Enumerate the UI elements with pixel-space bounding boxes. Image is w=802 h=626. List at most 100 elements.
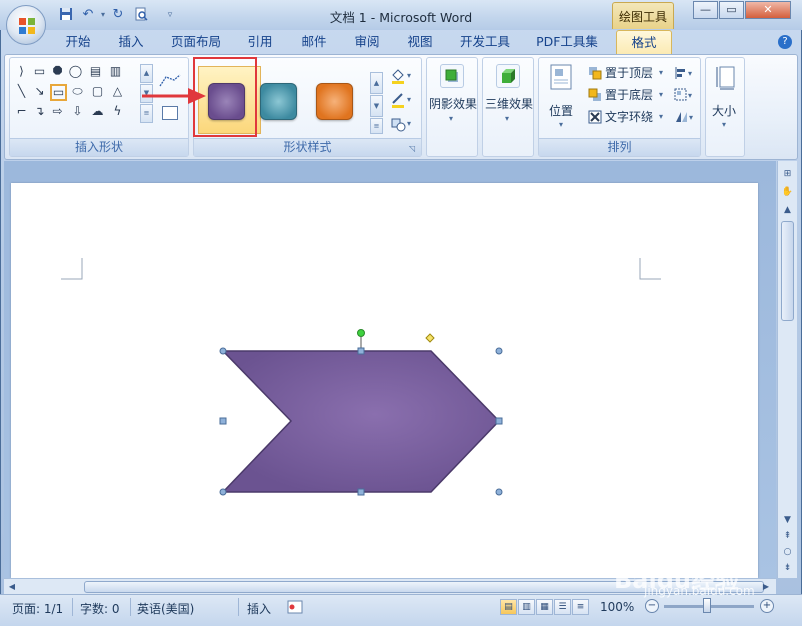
textbox-shape-icon[interactable]: ▤ [88, 64, 103, 79]
cloud-shape-icon[interactable]: ☁ [90, 104, 105, 119]
language-indicator[interactable]: 英语(美国) [137, 600, 194, 617]
position-dropdown-icon[interactable]: ▾ [559, 120, 563, 129]
ruler-toggle-icon[interactable]: ⊞ [780, 167, 795, 181]
shape-styles-launcher-icon[interactable]: ◹ [409, 144, 418, 153]
triangle-shape-icon[interactable]: △ [110, 84, 125, 99]
chevron-shape[interactable] [221, 350, 501, 493]
elbow-connector-icon[interactable]: ⌐ [14, 104, 29, 119]
style-teal-thumbnail[interactable] [260, 83, 297, 120]
bring-to-front-button[interactable]: 置于顶层 [605, 64, 653, 81]
size-button[interactable]: 大小 [712, 102, 736, 119]
word-count[interactable]: 字数: 0 [80, 600, 120, 617]
document-page[interactable] [11, 183, 758, 578]
resize-handle-top-left[interactable] [219, 347, 227, 355]
redo-icon[interactable]: ↻ [110, 7, 126, 23]
oval-shape-icon[interactable]: ⬭ [70, 84, 85, 99]
resize-handle-top[interactable] [357, 347, 365, 355]
tab-mailings[interactable]: 邮件 [296, 30, 332, 54]
position-button[interactable]: 位置 [549, 102, 573, 119]
scroll-up-icon[interactable]: ▲ [780, 203, 795, 217]
zoom-out-icon[interactable]: − [645, 599, 659, 613]
adjust-handle[interactable] [425, 333, 435, 343]
bring-to-front-dropdown-icon[interactable]: ▾ [659, 68, 663, 77]
shapes-more[interactable]: ≡ [140, 104, 153, 123]
zoom-in-icon[interactable]: + [760, 599, 774, 613]
tab-pdf-tools[interactable]: PDF工具集 [534, 30, 600, 54]
arrow-line-shape-icon[interactable]: ↘ [32, 84, 47, 99]
3d-effects-dropdown-icon[interactable]: ▾ [505, 114, 509, 123]
save-icon[interactable] [58, 7, 74, 23]
text-wrap-dropdown-icon[interactable]: ▾ [659, 112, 663, 121]
vertical-textbox-shape-icon[interactable]: ▥ [108, 64, 123, 79]
shadow-effects-dropdown-icon[interactable]: ▾ [449, 114, 453, 123]
scroll-left-icon[interactable]: ◀ [6, 581, 18, 593]
print-layout-view-icon[interactable]: ▤ [500, 599, 517, 615]
callout-shape-icon[interactable]: ◯ [68, 64, 83, 79]
3d-effects-button[interactable]: 三维效果 [485, 95, 533, 112]
shape-fill-icon[interactable]: ▾ [390, 68, 414, 84]
macro-record-icon[interactable] [287, 600, 303, 614]
pan-hand-icon[interactable]: ✋ [780, 185, 795, 199]
freeform-shape-icon[interactable]: ϟ [110, 104, 125, 119]
line-shape-icon[interactable]: ╲ [14, 84, 29, 99]
down-arrow-shape-icon[interactable]: ⇩ [70, 104, 85, 119]
customize-quick-access-icon[interactable]: ▿ [162, 7, 178, 23]
minimize-button[interactable]: — [693, 1, 718, 19]
tab-home[interactable]: 开始 [60, 30, 96, 54]
right-arrow-shape-icon[interactable]: ⇨ [50, 104, 65, 119]
shapes-scroll-up[interactable]: ▲ [140, 64, 153, 83]
undo-icon[interactable]: ↶ [80, 7, 96, 23]
rectangle-shape-icon[interactable]: ▭ [50, 84, 67, 101]
chevron-shape-icon[interactable]: ⟩ [14, 64, 29, 79]
draft-view-icon[interactable]: ≡ [572, 599, 589, 615]
rounded-rect-shape-icon[interactable]: ▢ [90, 84, 105, 99]
send-to-back-button[interactable]: 置于底层 [605, 86, 653, 103]
resize-handle-bottom-left[interactable] [219, 488, 227, 496]
tab-review[interactable]: 审阅 [349, 30, 385, 54]
shadow-effects-button[interactable]: 阴影效果 [429, 95, 477, 112]
tab-developer[interactable]: 开发工具 [455, 30, 515, 54]
rotation-handle[interactable] [357, 329, 365, 337]
zoom-slider-thumb[interactable] [703, 598, 711, 613]
style-orange-thumbnail[interactable] [316, 83, 353, 120]
help-icon[interactable]: ? [778, 35, 792, 49]
octagon-shape-icon[interactable]: ⯃ [50, 64, 65, 79]
styles-scroll-up[interactable]: ▲ [370, 72, 383, 94]
align-icon[interactable]: ▾ [674, 66, 696, 80]
outline-view-icon[interactable]: ☰ [554, 599, 571, 615]
size-dropdown-icon[interactable]: ▾ [722, 120, 726, 129]
elbow-arrow-connector-icon[interactable]: ↴ [32, 104, 47, 119]
vertical-scrollbar[interactable]: ⊞ ✋ ▲ ▼ ⇞ ○ ⇟ [777, 161, 797, 578]
resize-handle-bottom-right[interactable] [495, 488, 503, 496]
maximize-button[interactable]: ▭ [719, 1, 744, 19]
insert-mode-indicator[interactable]: 插入 [247, 600, 271, 617]
full-screen-reading-icon[interactable]: ▥ [518, 599, 535, 615]
rectangle-fold-shape-icon[interactable]: ▭ [32, 64, 47, 79]
draw-textbox-icon[interactable] [162, 106, 178, 120]
tab-format[interactable]: 格式 [616, 30, 672, 55]
group-objects-icon[interactable]: ▾ [674, 88, 696, 102]
text-wrap-button[interactable]: 文字环绕 [605, 108, 653, 125]
shape-outline-icon[interactable]: ▾ [390, 92, 414, 108]
resize-handle-left[interactable] [219, 417, 227, 425]
resize-handle-top-right[interactable] [495, 347, 503, 355]
tab-page-layout[interactable]: 页面布局 [168, 30, 224, 54]
send-to-back-dropdown-icon[interactable]: ▾ [659, 90, 663, 99]
resize-handle-right[interactable] [495, 417, 503, 425]
styles-scroll-down[interactable]: ▼ [370, 95, 383, 117]
zoom-level[interactable]: 100% [600, 600, 634, 614]
close-button[interactable]: ✕ [745, 1, 791, 19]
styles-more[interactable]: ≡ [370, 118, 383, 134]
undo-dropdown-icon[interactable]: ▾ [95, 7, 111, 23]
resize-handle-bottom[interactable] [357, 488, 365, 496]
scroll-down-icon[interactable]: ▼ [780, 513, 795, 527]
rotate-icon[interactable]: ▾ [674, 110, 696, 124]
vertical-scroll-thumb[interactable] [781, 221, 794, 321]
print-preview-icon[interactable] [133, 7, 149, 23]
web-layout-icon[interactable]: ▦ [536, 599, 553, 615]
change-shape-icon[interactable]: ▾ [390, 116, 414, 132]
tab-insert[interactable]: 插入 [113, 30, 149, 54]
page-indicator[interactable]: 页面: 1/1 [12, 600, 63, 617]
tab-view[interactable]: 视图 [402, 30, 438, 54]
tab-references[interactable]: 引用 [242, 30, 278, 54]
